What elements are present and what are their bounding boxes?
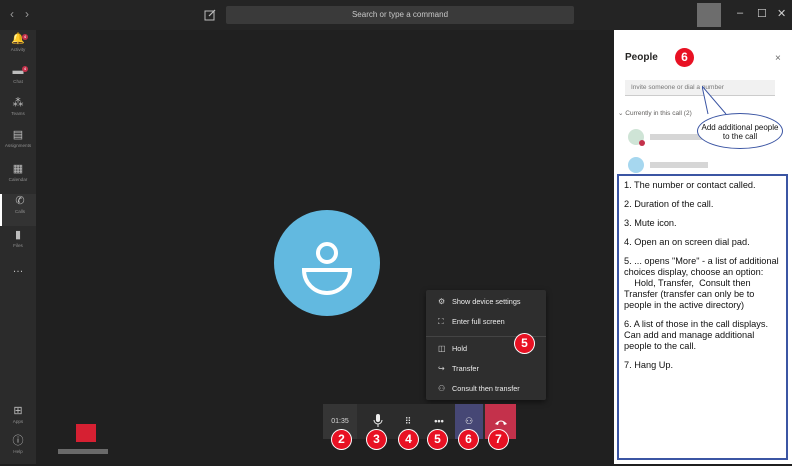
annotation-legend: 1. The number or contact called. 2. Dura… bbox=[617, 174, 788, 460]
dialpad-icon: ⠿ bbox=[404, 416, 412, 426]
participants-section-header[interactable]: ⌄ Currently in this call (2) bbox=[618, 109, 692, 117]
maximize-button[interactable]: ☐ bbox=[757, 7, 767, 20]
chat-icon: ▬ bbox=[12, 65, 24, 77]
marker-panel: 6 bbox=[675, 48, 694, 67]
legend-item: 2. Duration of the call. bbox=[624, 199, 714, 209]
rail-item-help[interactable]: ⓘ Help bbox=[0, 434, 36, 466]
self-video-preview bbox=[76, 424, 96, 442]
caller-avatar bbox=[274, 210, 380, 316]
marker-more: 5 bbox=[428, 430, 447, 449]
marker-menu: 5 bbox=[515, 334, 534, 353]
legend-item: 6. A list of those in the call displays.… bbox=[624, 319, 771, 351]
minimize-button[interactable]: – bbox=[737, 7, 743, 19]
search-input[interactable]: Search or type a command bbox=[226, 6, 574, 24]
menu-item-full-screen[interactable]: ⛶ Enter full screen bbox=[438, 315, 505, 329]
legend-item: 5. ... opens "More" - a list of addition… bbox=[624, 256, 779, 310]
legend-item: 4. Open an on screen dial pad. bbox=[624, 237, 750, 247]
close-panel-button[interactable]: × bbox=[775, 53, 781, 64]
consult-icon: ⚇ bbox=[438, 384, 446, 393]
participant-name-redacted bbox=[650, 162, 708, 168]
help-icon: ⓘ bbox=[12, 435, 24, 447]
forward-icon[interactable]: › bbox=[25, 7, 29, 21]
legend-item: 3. Mute icon. bbox=[624, 218, 677, 228]
invite-input[interactable]: Invite someone or dial a number bbox=[625, 80, 775, 96]
participant-avatar bbox=[628, 157, 644, 173]
ellipsis-icon: … bbox=[12, 263, 24, 275]
hang-up-icon bbox=[494, 420, 507, 425]
assignments-icon: ▤ bbox=[12, 129, 24, 141]
menu-item-consult-transfer[interactable]: ⚇ Consult then transfer bbox=[438, 382, 520, 396]
people-icon: ⚇ bbox=[464, 416, 474, 426]
panel-title: People bbox=[625, 52, 658, 63]
rail-item-calls[interactable]: ✆ Calls bbox=[0, 194, 38, 226]
full-screen-icon: ⛶ bbox=[438, 317, 444, 326]
marker-people: 6 bbox=[459, 430, 478, 449]
app-rail: 🔔 Activity 4 ▬ Chat 4 ⁂ Teams ▤ Assignme… bbox=[0, 30, 38, 466]
marker-mute: 3 bbox=[367, 430, 386, 449]
title-bar: ‹ › Search or type a command – ☐ ✕ bbox=[0, 0, 792, 30]
calendar-icon: ▦ bbox=[12, 163, 24, 175]
user-avatar[interactable] bbox=[697, 3, 721, 27]
back-icon[interactable]: ‹ bbox=[10, 7, 14, 21]
marker-dialpad: 4 bbox=[399, 430, 418, 449]
rail-item-more[interactable]: … bbox=[0, 262, 36, 294]
annotation-callout: Add additional people to the call bbox=[697, 113, 783, 149]
rail-item-teams[interactable]: ⁂ Teams bbox=[0, 96, 36, 128]
rail-item-files[interactable]: ▮ Files bbox=[0, 228, 36, 260]
call-controls: 01:35 ⠿ ••• ⚇ bbox=[323, 404, 516, 439]
ellipsis-icon: ••• bbox=[434, 416, 444, 426]
self-name-redacted bbox=[58, 449, 108, 454]
legend-item: 1. The number or contact called. bbox=[624, 180, 756, 190]
rail-item-apps[interactable]: ⊞ Apps bbox=[0, 404, 36, 436]
menu-item-device-settings[interactable]: ⚙ Show device settings bbox=[438, 295, 521, 309]
menu-item-transfer[interactable]: ↪ Transfer bbox=[438, 362, 479, 376]
transfer-icon: ↪ bbox=[438, 364, 445, 373]
rail-item-assignments[interactable]: ▤ Assignments bbox=[0, 128, 36, 160]
notification-badge: 4 bbox=[22, 66, 28, 72]
muted-badge bbox=[639, 140, 645, 146]
rail-item-activity[interactable]: 🔔 Activity 4 bbox=[0, 32, 36, 64]
notification-badge: 4 bbox=[22, 34, 28, 40]
compose-icon[interactable] bbox=[203, 8, 217, 22]
phone-icon: ✆ bbox=[15, 195, 25, 207]
bell-icon: 🔔 bbox=[11, 33, 25, 45]
settings-icon: ⚙ bbox=[438, 297, 446, 306]
file-icon: ▮ bbox=[14, 229, 22, 241]
rail-item-chat[interactable]: ▬ Chat 4 bbox=[0, 64, 36, 96]
hold-icon: ◫ bbox=[438, 344, 446, 353]
rail-item-calendar[interactable]: ▦ Calendar bbox=[0, 162, 36, 194]
marker-duration: 2 bbox=[332, 430, 351, 449]
teams-icon: ⁂ bbox=[12, 97, 24, 109]
menu-item-hold[interactable]: ◫ Hold bbox=[438, 342, 467, 356]
person-icon bbox=[301, 242, 353, 295]
participant-name-redacted bbox=[650, 134, 702, 140]
microphone-icon bbox=[373, 414, 383, 427]
marker-hangup: 7 bbox=[489, 430, 508, 449]
legend-item: 7. Hang Up. bbox=[624, 360, 674, 370]
close-window-button[interactable]: ✕ bbox=[777, 7, 786, 20]
apps-icon: ⊞ bbox=[13, 405, 23, 417]
